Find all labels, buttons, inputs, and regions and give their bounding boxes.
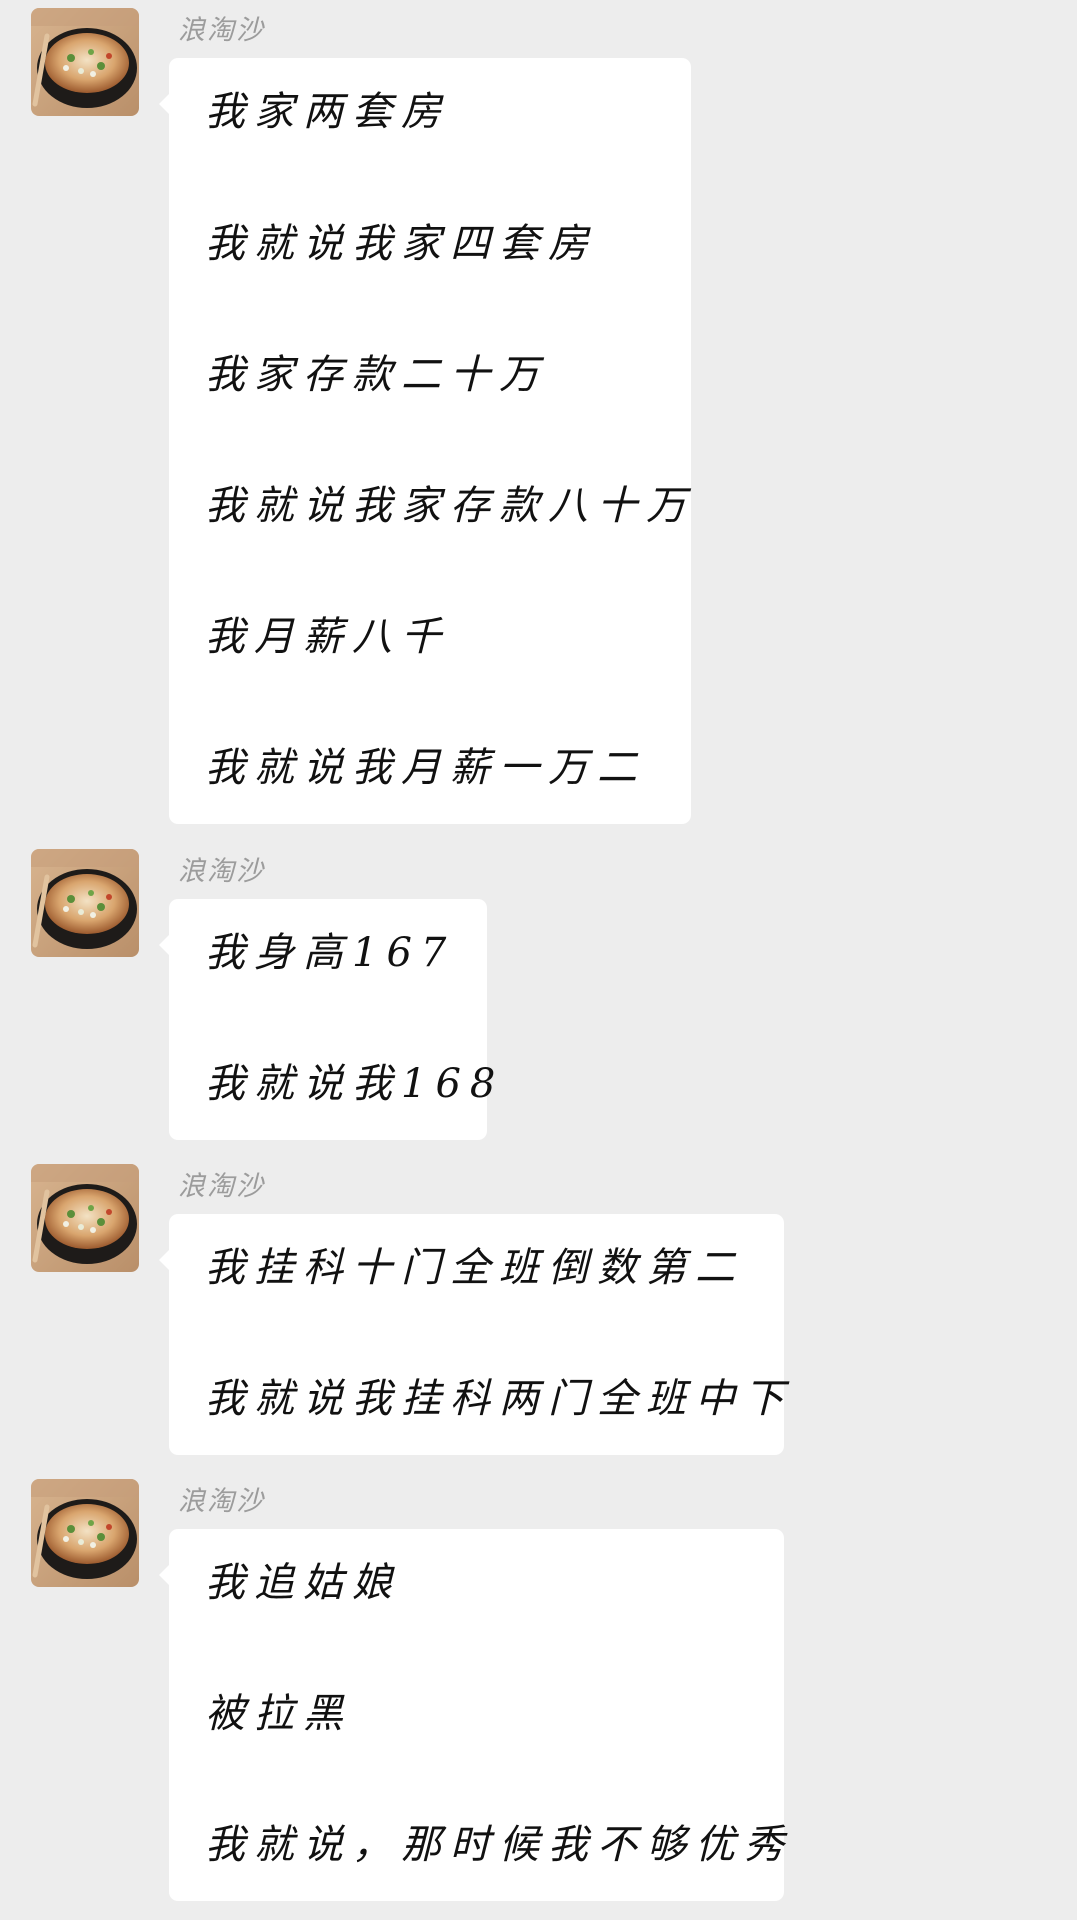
- message-text: 我身高167: [205, 930, 456, 976]
- sender-name: 浪淘沙: [178, 1171, 265, 1202]
- message-text: 我就说我家存款八十万: [205, 483, 695, 529]
- message-bubble[interactable]: 我挂科十门全班倒数第二 我就说我挂科两门全班中下: [159, 1214, 784, 1455]
- message-text: 我就说，那时候我不够优秀: [205, 1822, 793, 1868]
- message-text: 我月薪八千: [205, 614, 450, 660]
- avatar[interactable]: [31, 1164, 139, 1272]
- sender-name: 浪淘沙: [178, 15, 265, 46]
- sender-name: 浪淘沙: [178, 856, 265, 887]
- avatar[interactable]: [31, 1479, 139, 1587]
- message-text: 我就说我挂科两门全班中下: [205, 1376, 793, 1422]
- message-text: 我就说我家四套房: [205, 221, 597, 267]
- sender-name: 浪淘沙: [178, 1486, 265, 1517]
- avatar[interactable]: [31, 849, 139, 957]
- message-bubble[interactable]: 我身高167 我就说我168: [159, 899, 495, 1140]
- avatar[interactable]: [31, 8, 139, 116]
- message-text: 被拉黑: [205, 1691, 352, 1737]
- message-text: 我就说我168: [205, 1061, 505, 1107]
- message-text: 我挂科十门全班倒数第二: [205, 1245, 744, 1291]
- message-text: 我就说我月薪一万二: [205, 745, 646, 791]
- message-text: 我追姑娘: [205, 1560, 401, 1606]
- message-text: 我家存款二十万: [205, 352, 548, 398]
- message-bubble[interactable]: 我家两套房 我就说我家四套房 我家存款二十万 我就说我家存款八十万 我月薪八千 …: [159, 58, 691, 824]
- message-text: 我家两套房: [205, 89, 450, 135]
- message-bubble[interactable]: 我追姑娘 被拉黑 我就说，那时候我不够优秀: [159, 1529, 784, 1901]
